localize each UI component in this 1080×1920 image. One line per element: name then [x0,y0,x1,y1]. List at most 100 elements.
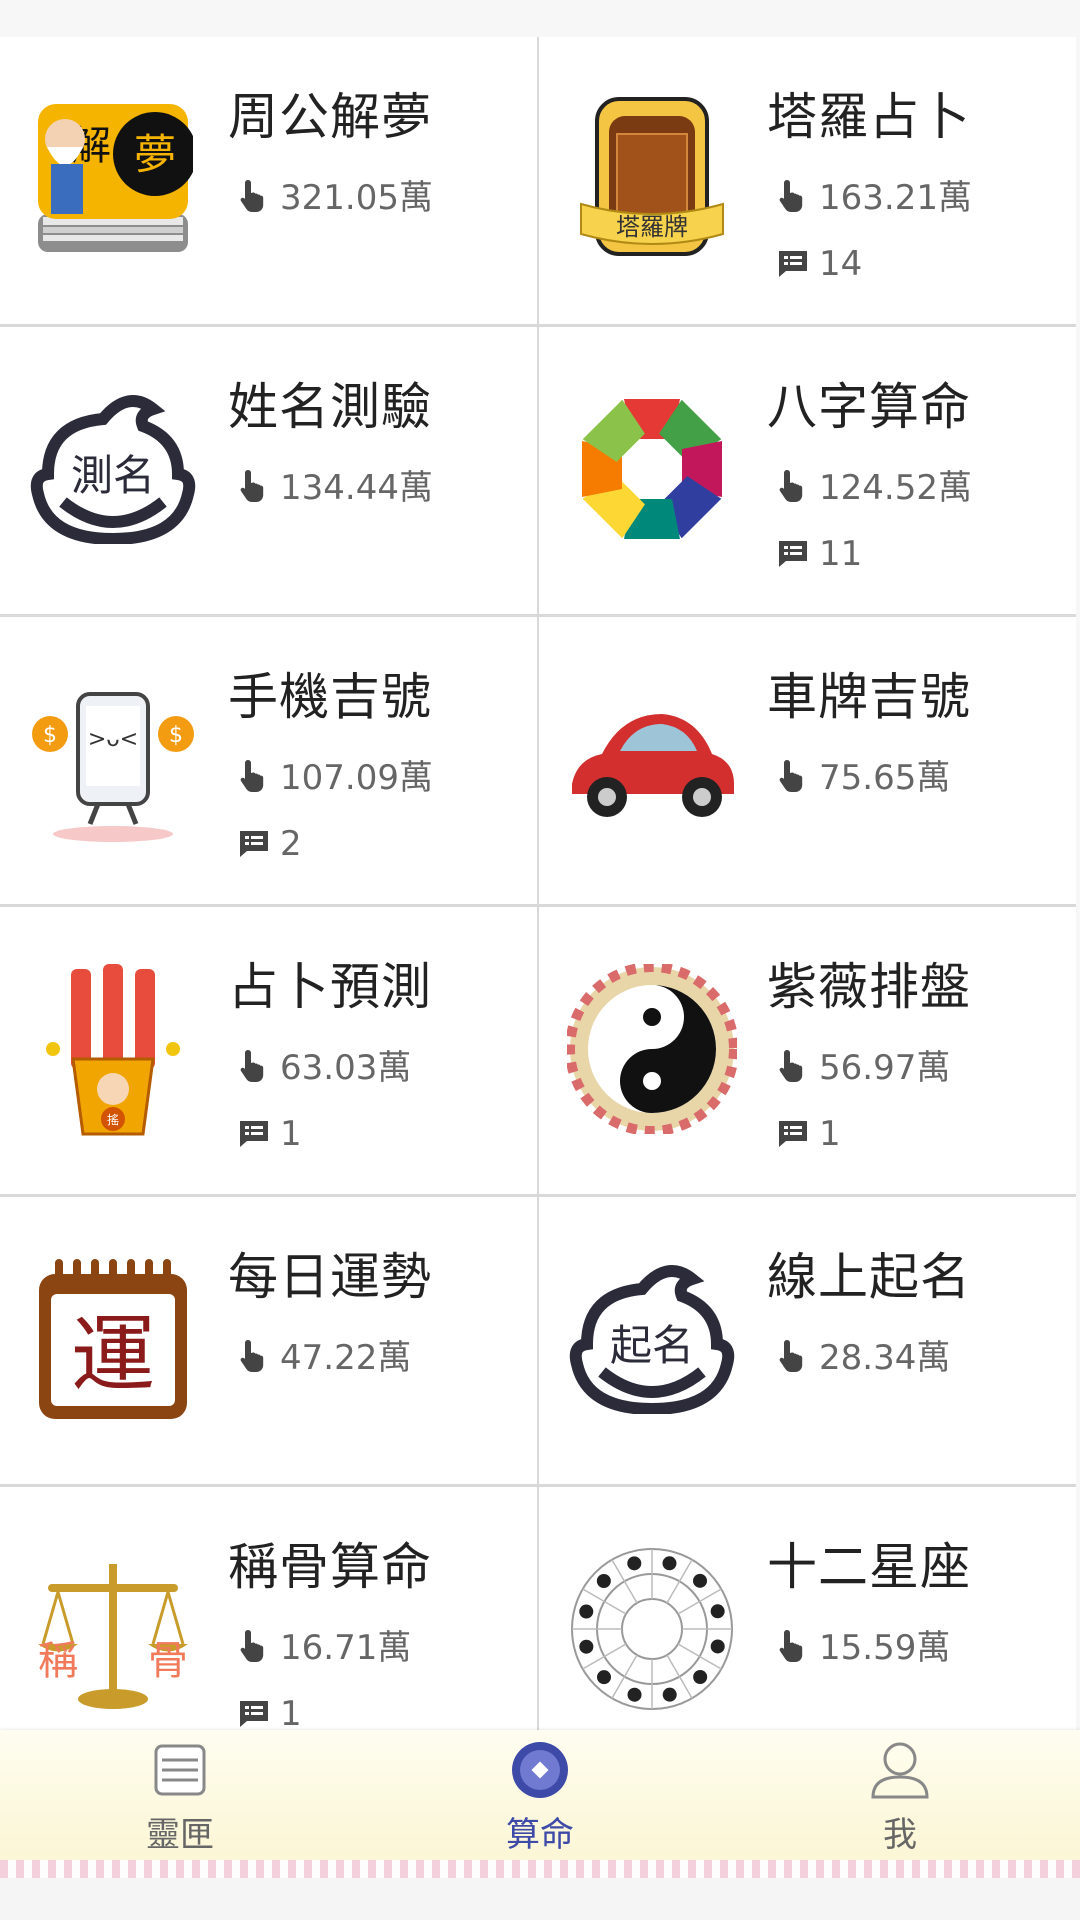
comment-count: 1 [236,1694,302,1730]
comment-count-value: 11 [819,534,863,574]
fortune-sticks-icon: 搖 [18,954,208,1144]
dream-book-icon: 夢解 [18,84,208,274]
touch-icon [775,1047,811,1083]
app-title: 線上起名 [767,1248,971,1306]
app-title: 占卜預測 [228,958,432,1016]
comment-count-value: 2 [280,824,302,864]
nav-tab[interactable]: 我 [720,1735,1080,1856]
touch-icon [236,1337,272,1373]
view-count: 16.71萬 [236,1620,411,1669]
app-card[interactable]: 十二星座 15.59萬 [539,1487,1076,1730]
app-card[interactable]: 夢解周公解夢 321.05萬 [0,37,537,324]
view-count-value: 16.71萬 [280,1628,412,1668]
fortune-coin-icon [505,1735,575,1805]
app-card[interactable]: 稱骨稱骨算命 16.71萬 1 [0,1487,537,1730]
view-count: 47.22萬 [236,1330,411,1379]
app-title: 稱骨算命 [228,1538,432,1596]
tarot-card-icon: 塔羅牌 [557,84,747,274]
view-count: 15.59萬 [775,1620,950,1669]
comment-count: 1 [775,1114,841,1154]
nav-tab-label: 算命 [506,1814,574,1855]
comment-count: 14 [775,244,862,284]
app-title: 紫薇排盤 [767,958,971,1016]
app-title: 八字算命 [767,378,971,436]
touch-icon [236,757,272,793]
view-count: 63.03萬 [236,1040,411,1089]
touch-icon [236,467,272,503]
nav-tab-label: 靈匣 [146,1814,214,1855]
svg-text:$: $ [169,723,183,748]
view-count-value: 63.03萬 [280,1048,412,1088]
svg-text:測名: 測名 [71,451,155,500]
app-card[interactable]: 搖 占卜預測 63.03萬 1 [0,907,537,1194]
app-title: 周公解夢 [228,88,432,146]
touch-icon [775,757,811,793]
view-count: 321.05萬 [236,170,433,219]
app-card[interactable]: 車牌吉號 75.65萬 [539,617,1076,904]
scale-icon: 稱骨 [18,1534,208,1724]
app-card[interactable]: 八字算命 124.52萬 11 [539,327,1076,614]
app-grid: 夢解周公解夢 321.05萬 塔羅牌 塔羅占卜 163.21萬 14 測名 姓名測驗 134.4… [0,37,1076,1730]
view-count: 124.52萬 [775,460,972,509]
view-count-value: 321.05萬 [280,178,433,218]
svg-text:搖: 搖 [107,1113,119,1127]
svg-text:塔羅牌: 塔羅牌 [616,213,688,241]
touch-icon [775,467,811,503]
touch-icon [775,177,811,213]
app-card[interactable]: 運 每日運勢 47.22萬 [0,1197,537,1484]
svg-text:骨: 骨 [148,1638,188,1684]
app-title: 手機吉號 [228,668,432,726]
view-count-value: 107.09萬 [280,758,433,798]
comment-icon [775,536,811,572]
view-count: 134.44萬 [236,460,433,509]
svg-text:起名: 起名 [610,1321,694,1370]
view-count: 107.09萬 [236,750,433,799]
comment-count-value: 1 [280,1114,302,1154]
view-count-value: 15.59萬 [819,1628,951,1668]
app-title: 十二星座 [767,1538,971,1596]
yin-yang-icon [557,954,747,1144]
app-card[interactable]: 起名 線上起名 28.34萬 [539,1197,1076,1484]
app-card[interactable]: 測名 姓名測驗 134.44萬 [0,327,537,614]
nav-tab[interactable]: 算命 [360,1735,720,1856]
view-count: 75.65萬 [775,750,950,799]
app-card[interactable]: >ᴗ< $ $ 手機吉號 107.09萬 2 [0,617,537,904]
svg-text:>ᴗ<: >ᴗ< [88,727,138,752]
app-title: 每日運勢 [228,1248,432,1306]
bagua-icon [557,374,747,564]
comment-icon [236,1696,272,1730]
svg-text:$: $ [43,723,57,748]
view-count-value: 163.21萬 [819,178,972,218]
decorative-border [0,1860,1080,1878]
comment-count-value: 1 [280,1694,302,1730]
comment-icon [236,826,272,862]
box-icon [145,1735,215,1805]
app-title: 塔羅占卜 [767,88,971,146]
nav-tab[interactable]: 靈匣 [0,1735,360,1856]
nav-tab-label: 我 [883,1814,917,1855]
bottom-navigation: 靈匣 算命 我 [0,1730,1080,1860]
view-count-value: 124.52萬 [819,468,972,508]
touch-icon [236,1047,272,1083]
touch-icon [775,1337,811,1373]
name-test-face-icon: 測名 [18,374,208,564]
red-car-icon [557,664,747,854]
calendar-luck-icon: 運 [18,1244,208,1434]
view-count-value: 47.22萬 [280,1338,412,1378]
comment-icon [775,1116,811,1152]
comment-icon [775,246,811,282]
svg-text:運: 運 [71,1306,155,1404]
view-count: 56.97萬 [775,1040,950,1089]
app-card[interactable]: 紫薇排盤 56.97萬 1 [539,907,1076,1194]
app-card[interactable]: 塔羅牌 塔羅占卜 163.21萬 14 [539,37,1076,324]
view-count-value: 75.65萬 [819,758,951,798]
view-count: 28.34萬 [775,1330,950,1379]
comment-count: 2 [236,824,302,864]
comment-count: 11 [775,534,862,574]
view-count: 163.21萬 [775,170,972,219]
comment-count-value: 14 [819,244,863,284]
comment-count-value: 1 [819,1114,841,1154]
app-title: 姓名測驗 [228,378,432,436]
comment-count: 1 [236,1114,302,1154]
touch-icon [775,1627,811,1663]
